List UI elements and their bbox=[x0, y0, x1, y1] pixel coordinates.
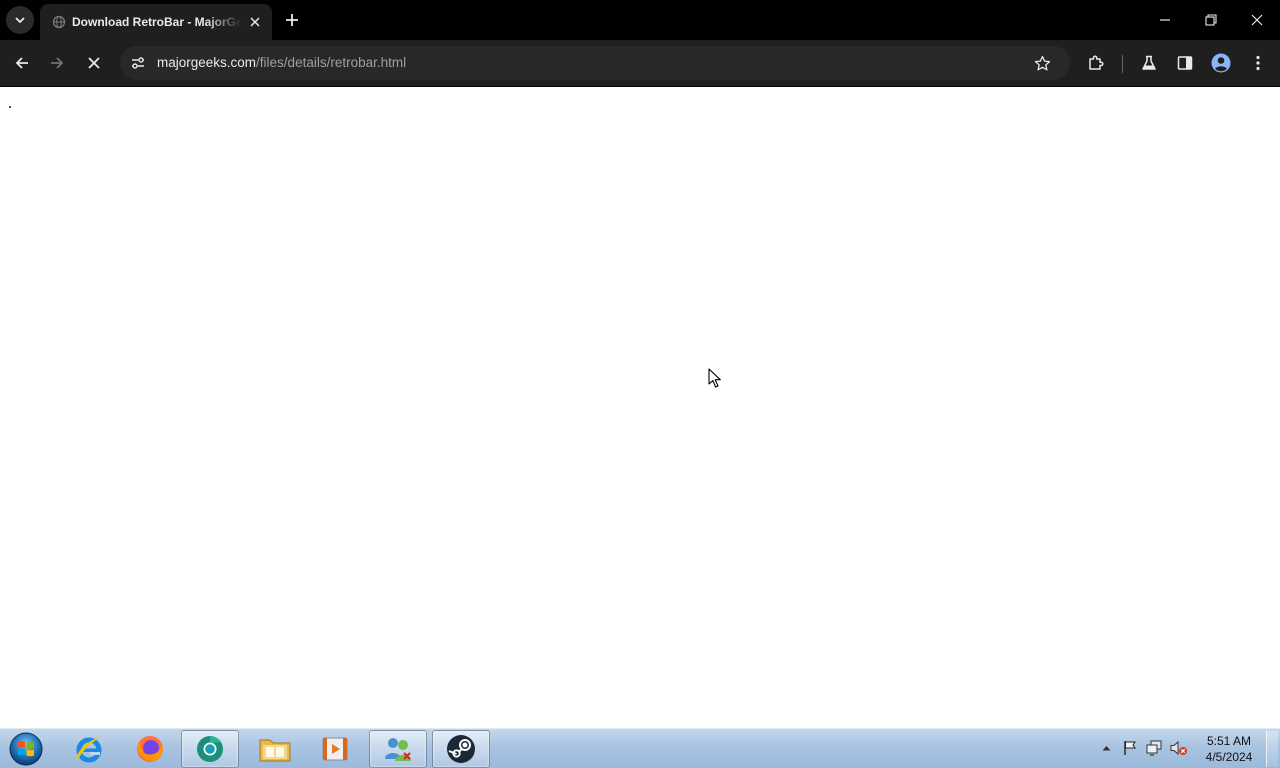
bookmark-button[interactable] bbox=[1032, 53, 1052, 73]
taskbar-windows-explorer[interactable] bbox=[246, 730, 304, 768]
tray-network[interactable] bbox=[1145, 739, 1163, 757]
chevron-up-icon bbox=[1102, 746, 1110, 751]
profile-icon bbox=[1211, 53, 1231, 73]
tab-close-button[interactable] bbox=[245, 12, 265, 32]
toolbar-separator bbox=[1122, 55, 1123, 73]
tab-search-button[interactable] bbox=[6, 6, 34, 34]
minimize-button[interactable] bbox=[1142, 0, 1188, 40]
taskbar-steam[interactable] bbox=[432, 730, 490, 768]
taskbar-internet-explorer[interactable] bbox=[60, 730, 118, 768]
url-path: /files/details/retrobar.html bbox=[256, 55, 407, 70]
mouse-cursor-icon bbox=[708, 368, 721, 388]
taskbar-firefox[interactable] bbox=[121, 730, 179, 768]
chrome-icon bbox=[197, 735, 223, 762]
tab-strip: Download RetroBar - MajorGeeks bbox=[0, 0, 1280, 40]
clock-date: 4/5/2024 bbox=[1205, 750, 1253, 764]
stop-icon bbox=[88, 57, 100, 69]
profile-button[interactable] bbox=[1206, 48, 1236, 78]
site-info-button[interactable] bbox=[128, 53, 148, 73]
chrome-menu-button[interactable] bbox=[1243, 48, 1273, 78]
globe-icon bbox=[52, 15, 66, 29]
windows-taskbar: 5:51 AM 4/5/2024 bbox=[0, 728, 1280, 768]
tray-volume[interactable] bbox=[1170, 739, 1188, 757]
close-icon bbox=[250, 17, 260, 27]
folder-icon bbox=[259, 739, 291, 762]
side-panel-button[interactable] bbox=[1170, 48, 1200, 78]
taskbar-clock[interactable]: 5:51 AM 4/5/2024 bbox=[1198, 733, 1260, 765]
clock-time: 5:51 AM bbox=[1206, 734, 1252, 748]
tune-icon bbox=[132, 57, 144, 69]
stop-loading-button[interactable] bbox=[79, 48, 109, 78]
side-panel-icon bbox=[1177, 56, 1193, 70]
internet-explorer-icon bbox=[76, 737, 102, 763]
forward-button[interactable] bbox=[42, 48, 72, 78]
restore-icon bbox=[1205, 14, 1217, 26]
volume-muted-icon bbox=[1170, 740, 1187, 756]
arrow-right-icon bbox=[51, 57, 64, 69]
media-player-icon bbox=[322, 737, 348, 761]
new-tab-button[interactable] bbox=[280, 8, 304, 32]
extensions-button[interactable] bbox=[1081, 48, 1111, 78]
window-close-button[interactable] bbox=[1234, 0, 1280, 40]
taskbar-chrome[interactable] bbox=[181, 730, 239, 768]
plus-icon bbox=[286, 14, 298, 26]
network-icon bbox=[1146, 740, 1161, 756]
arrow-left-icon bbox=[15, 57, 28, 69]
tray-action-center[interactable] bbox=[1121, 739, 1139, 757]
back-button[interactable] bbox=[7, 48, 37, 78]
firefox-icon bbox=[137, 736, 163, 762]
windows-start-icon bbox=[9, 732, 43, 766]
browser-tab[interactable]: Download RetroBar - MajorGeeks bbox=[40, 4, 272, 40]
url-host: majorgeeks.com bbox=[157, 55, 257, 70]
chevron-down-icon bbox=[15, 17, 25, 24]
tab-title: Download RetroBar - MajorGeeks bbox=[72, 15, 242, 29]
flask-icon bbox=[1142, 55, 1156, 70]
steam-icon bbox=[447, 735, 475, 763]
flag-icon bbox=[1124, 741, 1136, 755]
star-icon bbox=[1034, 55, 1050, 71]
users-icon bbox=[385, 738, 411, 761]
page-artifact bbox=[9, 106, 11, 108]
start-button[interactable] bbox=[6, 730, 46, 768]
close-icon bbox=[1251, 14, 1263, 26]
browser-toolbar: majorgeeks.com/files/details/retrobar.ht… bbox=[0, 40, 1280, 87]
restore-button[interactable] bbox=[1188, 0, 1234, 40]
labs-button[interactable] bbox=[1134, 48, 1164, 78]
kebab-menu-icon bbox=[1256, 55, 1260, 71]
url-text[interactable]: majorgeeks.com/files/details/retrobar.ht… bbox=[157, 54, 406, 72]
taskbar-users[interactable] bbox=[369, 730, 427, 768]
show-hidden-icons-button[interactable] bbox=[1100, 741, 1112, 755]
taskbar-media-player[interactable] bbox=[306, 730, 364, 768]
minimize-icon bbox=[1160, 19, 1170, 21]
address-bar[interactable]: majorgeeks.com/files/details/retrobar.ht… bbox=[120, 46, 1070, 80]
show-desktop-button[interactable] bbox=[1266, 731, 1278, 767]
page-viewport[interactable] bbox=[0, 87, 1280, 728]
puzzle-icon bbox=[1089, 55, 1104, 70]
